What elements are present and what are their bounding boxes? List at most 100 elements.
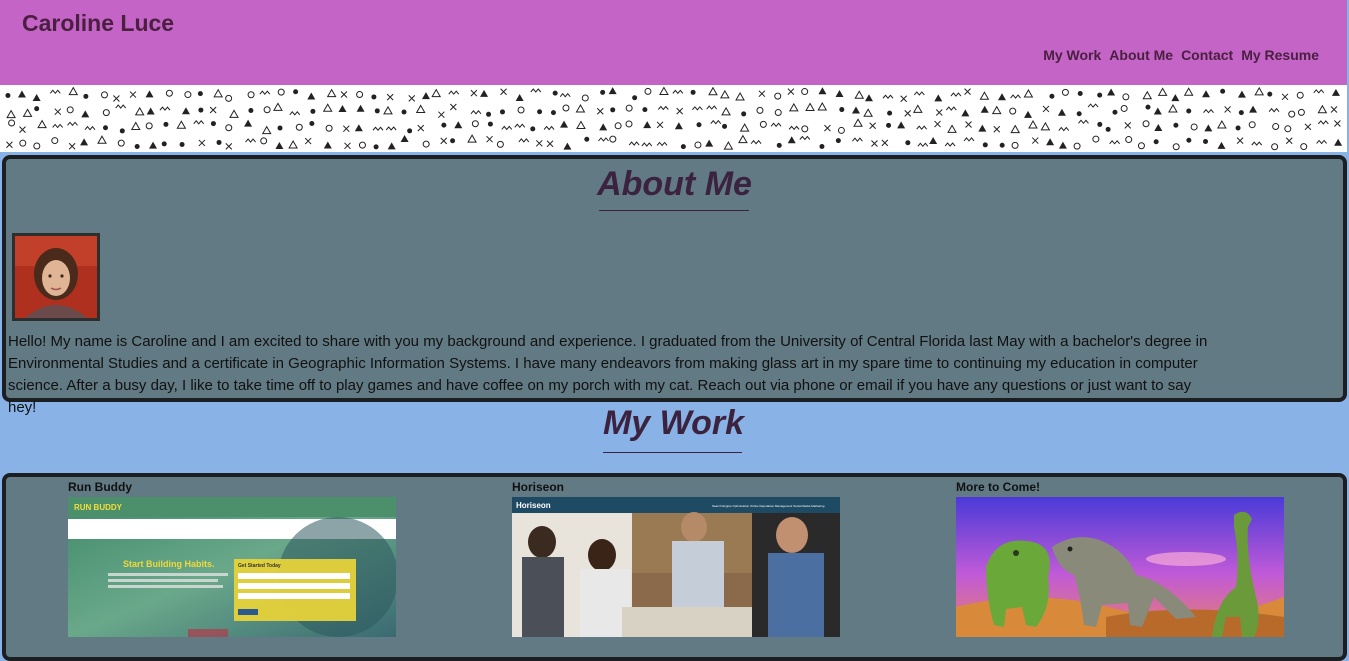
pattern-shape [209, 106, 217, 114]
pattern-shape [550, 110, 556, 116]
pattern-shape [1236, 137, 1244, 144]
pattern-shape [694, 141, 702, 149]
project-thumbnail[interactable]: RUN BUDDY Start Building Habits. Get Sta… [68, 497, 396, 637]
pattern-shape [34, 106, 40, 112]
pattern-shape [145, 90, 154, 98]
pattern-shape [117, 139, 125, 147]
pattern-shape [530, 88, 542, 93]
project-thumbnail[interactable] [956, 497, 1284, 637]
pattern-shape [641, 142, 653, 147]
about-section: About Me Hello! My name is Caroline and … [2, 155, 1347, 416]
pattern-shape [1190, 123, 1198, 131]
pattern-shape [882, 94, 894, 100]
pattern-shape [852, 137, 863, 142]
project-title: More to Come! [956, 480, 1040, 494]
pattern-shape [614, 122, 622, 130]
horiseon-nav-text: Search Engine Optimization Online Reputa… [712, 504, 825, 508]
nav-my-work[interactable]: My Work [1043, 47, 1101, 63]
pattern-shape [929, 136, 938, 144]
pattern-shape [993, 125, 1001, 133]
pattern-shape [584, 136, 590, 142]
pattern-shape [1157, 87, 1168, 96]
pattern-shape [8, 119, 16, 127]
pattern-shape [247, 91, 255, 99]
pattern-shape [260, 137, 268, 145]
project-card-more-to-come[interactable]: More to Come! [956, 481, 1284, 637]
pattern-shape [113, 95, 120, 102]
pattern-shape [750, 139, 762, 145]
pattern-shape [632, 95, 638, 101]
pattern-shape [690, 89, 696, 95]
pattern-shape [338, 104, 347, 112]
pattern-shape [1168, 104, 1178, 113]
project-card-horiseon[interactable]: Horiseon Horiseon Search Engine Optimiza… [512, 481, 840, 637]
pattern-shape [289, 111, 301, 116]
nav-my-resume[interactable]: My Resume [1241, 47, 1319, 63]
pattern-shape [1203, 139, 1209, 145]
pattern-shape [184, 91, 192, 99]
pattern-shape [486, 135, 493, 143]
pattern-shape [213, 88, 224, 98]
pattern-shape [1267, 91, 1273, 97]
pattern-shape [181, 107, 190, 115]
pattern-shape [628, 141, 640, 146]
pattern-shape [1171, 94, 1180, 102]
pattern-shape [83, 93, 89, 99]
pattern-shape [471, 120, 479, 128]
pattern-shape [225, 124, 233, 132]
pattern-shape [1107, 88, 1116, 96]
pattern-shape [1249, 105, 1258, 113]
pattern-shape [49, 89, 61, 95]
pattern-shape [518, 138, 530, 143]
pattern-shape [176, 120, 187, 129]
pattern-shape [225, 143, 233, 150]
pattern-shape [372, 126, 384, 132]
pattern-shape [499, 109, 505, 115]
pattern-shape [1248, 121, 1256, 129]
pattern-shape [373, 144, 379, 150]
pattern-shape [835, 90, 844, 98]
pattern-shape [817, 101, 828, 111]
pattern-shape [535, 139, 543, 147]
site-title: Caroline Luce [22, 10, 175, 36]
project-card-run-buddy[interactable]: Run Buddy RUN BUDDY Start Building Habit… [68, 481, 396, 637]
pattern-shape [129, 91, 137, 98]
pattern-shape [259, 90, 271, 95]
horiseon-screenshot: Horiseon Search Engine Optimization Onli… [512, 497, 840, 637]
pattern-shape [66, 106, 74, 114]
pattern-shape [310, 108, 316, 114]
nav-contact[interactable]: Contact [1181, 47, 1233, 63]
pattern-shape [1076, 111, 1082, 117]
project-thumbnail[interactable]: Horiseon Search Engine Optimization Onli… [512, 497, 840, 637]
pattern-shape [788, 102, 799, 112]
pattern-shape [407, 128, 413, 134]
about-heading: About Me [597, 165, 752, 203]
run-buddy-form-title: Get Started Today [238, 563, 281, 569]
pattern-shape [1186, 108, 1192, 114]
pattern-shape [1078, 119, 1089, 125]
pattern-shape [248, 108, 254, 114]
pattern-shape [1296, 91, 1304, 99]
pattern-shape [560, 120, 569, 128]
pattern-shape [1271, 143, 1279, 151]
pattern-shape [68, 86, 79, 96]
pattern-shape [916, 125, 928, 130]
pattern-shape [610, 107, 616, 113]
project-title: Run Buddy [68, 480, 132, 494]
pattern-shape [356, 91, 364, 99]
pattern-shape [371, 94, 377, 100]
pattern-shape [759, 120, 767, 128]
pattern-shape [600, 89, 606, 95]
main-nav: My Work About Me Contact My Resume [1043, 47, 1319, 63]
work-section: Run Buddy RUN BUDDY Start Building Habit… [2, 473, 1347, 661]
pattern-shape [37, 119, 47, 129]
pattern-shape [1042, 105, 1050, 113]
dinosaurs-image [956, 497, 1284, 637]
pattern-shape [1268, 107, 1280, 113]
nav-about-me[interactable]: About Me [1109, 47, 1173, 63]
pattern-shape [863, 108, 873, 117]
pattern-shape [438, 111, 445, 119]
pattern-shape [273, 102, 283, 111]
pattern-shape [998, 93, 1007, 101]
pattern-shape [401, 109, 407, 115]
